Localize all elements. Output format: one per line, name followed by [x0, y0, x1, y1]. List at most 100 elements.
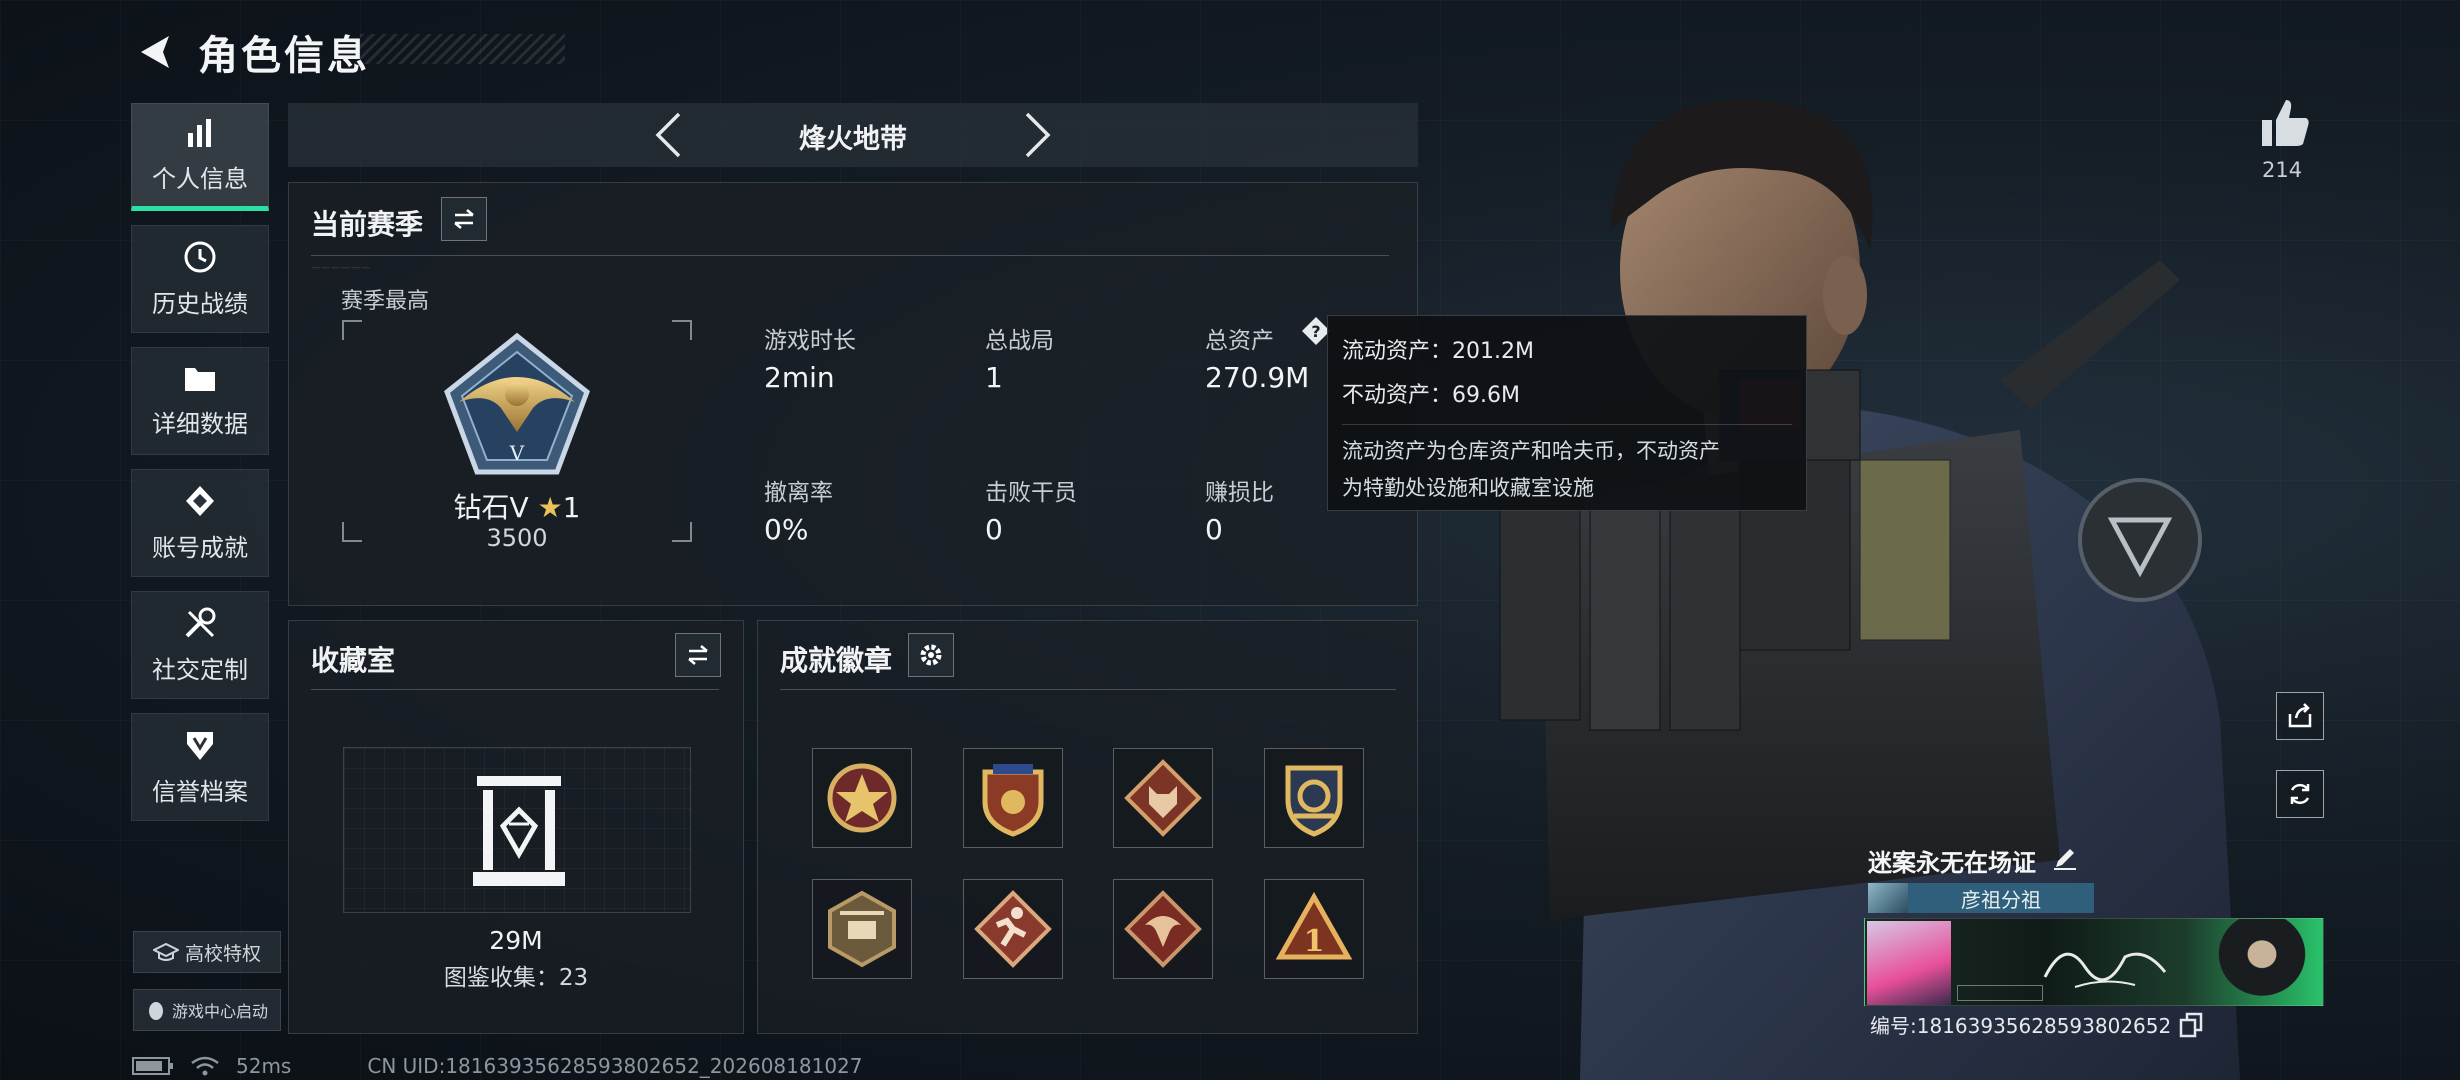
refresh-button[interactable] [2276, 770, 2324, 818]
helicopter-badge-icon [828, 890, 896, 968]
card-portrait [1867, 921, 1951, 1005]
stat-label-kills: 击败干员 [985, 480, 1077, 506]
achievements-title: 成就徽章 [780, 644, 893, 677]
star-icon: ★ [537, 491, 563, 524]
rank-name: 钻石V [453, 491, 529, 524]
chevron-right-icon [1025, 112, 1051, 158]
page-header: 角色信息 [130, 22, 370, 82]
stat-label-total-assets: 总资产 [1205, 328, 1274, 354]
panel-divider [311, 255, 1389, 256]
assets-tooltip: 流动资产：201.2M 不动资产：69.6M 流动资产为仓库资产和哈夫币，不动资… [1327, 315, 1807, 511]
graduation-cap-icon [152, 942, 179, 961]
crest-badge-icon [1285, 765, 1343, 837]
badge-wolf[interactable] [1113, 748, 1213, 848]
rank-name-row: 钻石V ★1 [342, 486, 692, 526]
nav-item-personal-info[interactable]: 个人信息 [131, 103, 269, 211]
achievements-settings-button[interactable] [908, 633, 954, 677]
collection-display[interactable] [343, 747, 691, 913]
nav-label: 账号成就 [152, 533, 248, 562]
badge-shield[interactable] [963, 748, 1063, 848]
back-arrow-icon[interactable] [130, 27, 180, 77]
tools-icon [185, 607, 216, 637]
folder-icon [185, 367, 215, 391]
svg-text:?: ? [1311, 322, 1320, 341]
nav-item-reputation[interactable]: 信誉档案 [131, 713, 269, 821]
sidebar-nav: 个人信息 历史战绩 详细数据 账号成就 社交定制 信誉档案 [131, 103, 269, 835]
nav-item-detailed-data[interactable]: 详细数据 [131, 347, 269, 455]
share-button[interactable] [2276, 692, 2324, 740]
season-switch-button[interactable] [441, 197, 487, 241]
nav-item-account-achievements[interactable]: 账号成就 [131, 469, 269, 577]
swap-icon [454, 209, 474, 229]
badge-triangle-one[interactable]: 1 [1264, 879, 1364, 979]
nav-item-social-custom[interactable]: 社交定制 [131, 591, 269, 699]
badge-star[interactable] [812, 748, 912, 848]
stat-label-profit-ratio: 赚损比 [1205, 480, 1274, 506]
collection-count: 图鉴收集：23 [443, 965, 589, 991]
tooltip-liquid-assets: 流动资产：201.2M [1342, 339, 1534, 364]
mode-title: 烽火地带 [799, 124, 907, 155]
stat-value-extract-rate: 0% [764, 513, 809, 546]
achievements-panel: 成就徽章 1 [757, 620, 1418, 1034]
panel-divider [780, 689, 1396, 690]
stat-label-extract-rate: 撤离率 [764, 480, 833, 506]
game-center-button[interactable]: 游戏中心启动 [133, 989, 281, 1031]
nav-label: 社交定制 [152, 655, 248, 684]
mode-selector: 烽火地带 [288, 103, 1418, 167]
share-icon [2288, 703, 2312, 728]
reputation-shield-icon [187, 731, 213, 760]
runner-badge-icon [974, 890, 1052, 968]
next-mode-button[interactable] [1012, 109, 1064, 161]
nav-label: 历史战绩 [152, 289, 248, 318]
player-id-row: 编号:18163935628593802652 [1870, 1010, 2203, 1039]
diamond-achievement-icon [186, 485, 214, 516]
campus-privilege-button[interactable]: 高校特权 [133, 931, 281, 973]
collection-switch-button[interactable] [675, 633, 721, 677]
rank-points: 3500 [486, 524, 548, 552]
clock-icon [184, 241, 216, 272]
edit-pencil-icon[interactable] [2052, 845, 2078, 871]
tooltip-divider [1342, 424, 1792, 425]
stat-value-kills: 0 [985, 513, 1003, 546]
player-name: 迷案永无在场证 [1868, 849, 2036, 877]
stat-value-playtime: 2min [764, 361, 835, 394]
rank-stars: 1 [562, 491, 581, 524]
wolf-badge-icon [1124, 759, 1202, 837]
tooltip-fixed-assets: 不动资产：69.6M [1342, 383, 1520, 408]
svg-text:1: 1 [1304, 924, 1325, 959]
game-center-label: 游戏中心启动 [171, 1002, 268, 1021]
stat-label-playtime: 游戏时长 [764, 328, 856, 354]
tooltip-desc-line2: 为特勤处设施和收藏室设施 [1342, 476, 1594, 500]
status-bar: 52ms CN UID:18163935628593802652_2026081… [132, 1052, 863, 1080]
badge-dragon[interactable] [1113, 879, 1213, 979]
gear-icon [920, 644, 942, 666]
stat-value-total-matches: 1 [985, 361, 1003, 394]
shield-badge-icon [982, 764, 1044, 837]
thumbs-up-icon[interactable] [2258, 96, 2312, 150]
wifi-icon [191, 1056, 219, 1076]
nav-item-history[interactable]: 历史战绩 [131, 225, 269, 333]
ping-text: 52ms [236, 1054, 292, 1078]
stat-value-total-assets: 270.9M [1205, 361, 1310, 394]
display-case-icon [473, 776, 565, 886]
player-card[interactable] [1864, 918, 2324, 1007]
collection-value: 29M [489, 926, 543, 955]
tooltip-desc-line1: 流动资产为仓库资产和哈夫币，不动资产 [1342, 439, 1720, 463]
copy-icon[interactable] [2179, 1012, 2203, 1038]
badge-crest[interactable] [1264, 748, 1364, 848]
season-title: 当前赛季 [311, 208, 424, 241]
title-decoration [360, 34, 565, 64]
diamond-rank-emblem-icon: V [444, 332, 590, 475]
penguin-icon [148, 1002, 163, 1020]
nav-label: 详细数据 [152, 409, 248, 438]
battery-icon [132, 1057, 173, 1075]
group-tag[interactable]: 彦祖分祖 [1868, 883, 2094, 913]
stat-label-total-matches: 总战局 [985, 328, 1054, 354]
page-title: 角色信息 [198, 33, 370, 79]
season-best-label: 赛季最高 [341, 289, 430, 314]
refresh-icon [2290, 783, 2310, 805]
badge-helicopter[interactable] [812, 879, 912, 979]
card-level-bar [1957, 985, 2043, 1001]
badge-runner[interactable] [963, 879, 1063, 979]
card-character [2207, 919, 2317, 1007]
